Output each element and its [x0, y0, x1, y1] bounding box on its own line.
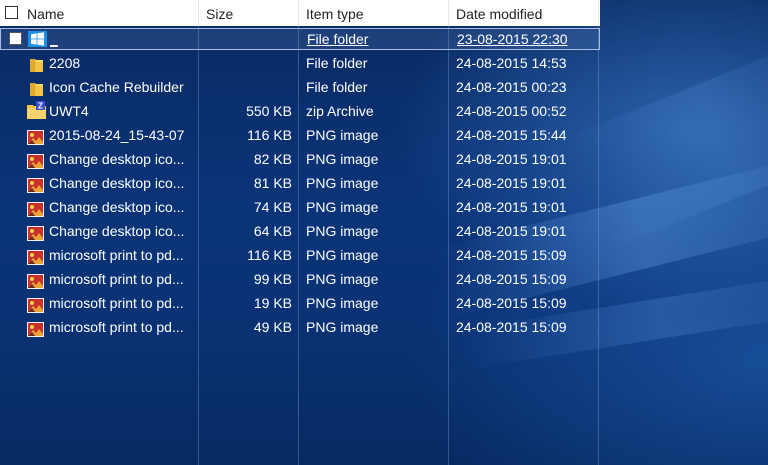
png-image-icon [27, 128, 44, 145]
file-type: PNG image [306, 151, 379, 167]
file-size: 116 KB [247, 127, 292, 143]
file-date-modified: 24-08-2015 19:01 [456, 199, 567, 215]
file-date-modified: 24-08-2015 00:52 [456, 103, 567, 119]
file-date-modified: 24-08-2015 15:09 [456, 319, 567, 335]
file-row[interactable]: 2015-08-24_15-43-07 116 KB PNG image 24-08-… [0, 123, 600, 147]
file-row[interactable]: Change desktop ico... 74 KB PNG image 24-08… [0, 195, 600, 219]
file-date-modified: 23-08-2015 22:30 [457, 31, 568, 47]
details-header: Name Size Item type Date modified [0, 0, 600, 26]
item-checkbox[interactable] [9, 32, 22, 45]
file-type: PNG image [306, 199, 379, 215]
file-row[interactable]: Change desktop ico... 82 KB PNG image 24-08… [0, 147, 600, 171]
file-name[interactable]: 2208 [49, 51, 195, 75]
header-separator[interactable] [598, 0, 599, 26]
file-name[interactable]: Change desktop ico... [49, 147, 195, 171]
file-row[interactable]: microsoft print to pd... 49 KB PNG image 24… [0, 315, 600, 339]
png-image-icon [27, 296, 44, 313]
file-name[interactable]: Change desktop ico... [49, 195, 195, 219]
header-separator[interactable] [198, 0, 199, 26]
file-name[interactable]: microsoft print to pd... [49, 315, 195, 339]
file-type: File folder [306, 55, 368, 71]
file-type: File folder [307, 31, 369, 47]
png-image-icon [27, 152, 44, 169]
file-row[interactable]: microsoft print to pd... 19 KB PNG image 24… [0, 291, 600, 315]
file-size: 99 KB [253, 271, 292, 287]
file-name[interactable]: _ [50, 29, 196, 49]
file-size: 19 KB [253, 295, 292, 311]
file-name[interactable]: microsoft print to pd... [49, 243, 195, 267]
png-image-icon [27, 176, 44, 193]
file-name[interactable]: microsoft print to pd... [49, 267, 195, 291]
svg-text:Z: Z [38, 102, 43, 111]
file-type: PNG image [306, 295, 379, 311]
png-image-icon [27, 320, 44, 337]
file-size: 116 KB [247, 247, 292, 263]
file-name[interactable]: Change desktop ico... [49, 171, 195, 195]
column-header-type[interactable]: Item type [306, 0, 446, 26]
file-size: 64 KB [253, 223, 292, 239]
png-image-icon [27, 248, 44, 265]
file-size: 81 KB [253, 175, 292, 191]
file-type: zip Archive [306, 103, 374, 119]
column-header-size[interactable]: Size [206, 0, 296, 26]
file-row[interactable]: _ File folder 23-08-2015 22:30 [0, 28, 600, 50]
file-date-modified: 24-08-2015 19:01 [456, 175, 567, 191]
file-row[interactable]: microsoft print to pd... 99 KB PNG image 24… [0, 267, 600, 291]
file-date-modified: 24-08-2015 19:01 [456, 151, 567, 167]
png-image-icon [27, 200, 44, 217]
file-type: PNG image [306, 223, 379, 239]
file-row[interactable]: microsoft print to pd... 116 KB PNG image 2… [0, 243, 600, 267]
file-type: PNG image [306, 247, 379, 263]
file-date-modified: 24-08-2015 15:09 [456, 271, 567, 287]
file-date-modified: 24-08-2015 15:09 [456, 247, 567, 263]
file-date-modified: 24-08-2015 14:53 [456, 55, 567, 71]
file-type: PNG image [306, 271, 379, 287]
column-header-date[interactable]: Date modified [456, 0, 596, 26]
select-all-checkbox[interactable] [5, 6, 18, 19]
windows-logo-icon [28, 31, 47, 47]
file-date-modified: 24-08-2015 15:44 [456, 127, 567, 143]
file-type: File folder [306, 79, 368, 95]
zip-archive-icon: Z [27, 101, 46, 119]
file-row[interactable]: Change desktop ico... 81 KB PNG image 24-08… [0, 171, 600, 195]
column-header-name[interactable]: Name [27, 0, 197, 26]
file-type: PNG image [306, 319, 379, 335]
header-separator[interactable] [298, 0, 299, 26]
file-size: 74 KB [253, 199, 292, 215]
file-name[interactable]: Change desktop ico... [49, 219, 195, 243]
file-row[interactable]: Change desktop ico... 64 KB PNG image 24-08… [0, 219, 600, 243]
file-date-modified: 24-08-2015 19:01 [456, 223, 567, 239]
png-image-icon [27, 272, 44, 289]
header-separator[interactable] [448, 0, 449, 26]
file-size: 49 KB [253, 319, 292, 335]
file-row[interactable]: 2208 File folder 24-08-2015 14:53 [0, 51, 600, 75]
file-name[interactable]: microsoft print to pd... [49, 291, 195, 315]
file-type: PNG image [306, 127, 379, 143]
file-date-modified: 24-08-2015 15:09 [456, 295, 567, 311]
file-size: 82 KB [253, 151, 292, 167]
file-row[interactable]: Z UWT4 550 KB zip Archive 24-08-2015 00:52 [0, 99, 600, 123]
file-name[interactable]: Icon Cache Rebuilder [49, 75, 195, 99]
folder-icon [30, 80, 44, 96]
folder-icon [30, 56, 44, 72]
png-image-icon [27, 224, 44, 241]
file-name[interactable]: 2015-08-24_15-43-07 [49, 123, 195, 147]
file-date-modified: 24-08-2015 00:23 [456, 79, 567, 95]
file-type: PNG image [306, 175, 379, 191]
file-row[interactable]: Icon Cache Rebuilder File folder 24-08-201… [0, 75, 600, 99]
file-name[interactable]: UWT4 [49, 99, 195, 123]
file-size: 550 KB [246, 103, 292, 119]
